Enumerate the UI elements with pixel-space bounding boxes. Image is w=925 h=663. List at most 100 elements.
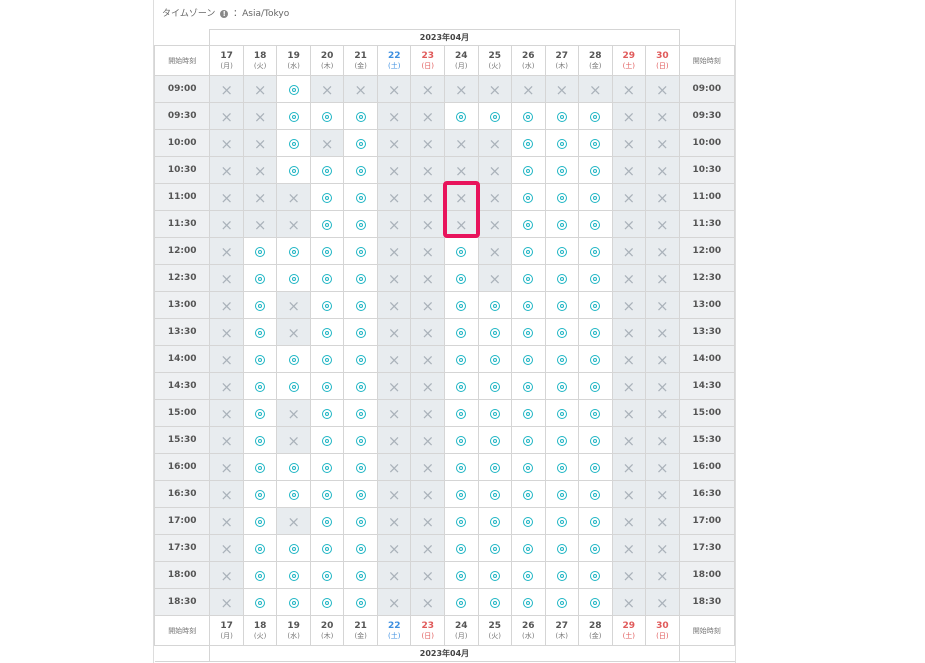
slot-available-cell[interactable]: [578, 129, 613, 157]
slot-available-cell[interactable]: [511, 372, 546, 400]
slot-available-cell[interactable]: [343, 102, 378, 130]
slot-available-cell[interactable]: [309, 453, 345, 481]
slot-available-cell[interactable]: [544, 372, 580, 400]
slot-available-cell[interactable]: [443, 291, 479, 319]
slot-available-cell[interactable]: [276, 561, 311, 589]
slot-available-cell[interactable]: [544, 183, 580, 211]
slot-available-cell[interactable]: [343, 480, 378, 508]
slot-available-cell[interactable]: [578, 534, 613, 562]
slot-available-cell[interactable]: [276, 102, 311, 130]
slot-available-cell[interactable]: [343, 453, 378, 481]
slot-available-cell[interactable]: [343, 291, 378, 319]
slot-available-cell[interactable]: [477, 426, 513, 454]
slot-available-cell[interactable]: [309, 291, 345, 319]
slot-available-cell[interactable]: [511, 102, 546, 130]
slot-available-cell[interactable]: [309, 588, 345, 616]
slot-available-cell[interactable]: [511, 291, 546, 319]
slot-available-cell[interactable]: [276, 480, 311, 508]
slot-available-cell[interactable]: [276, 129, 311, 157]
slot-available-cell[interactable]: [544, 561, 580, 589]
slot-available-cell[interactable]: [443, 318, 479, 346]
slot-available-cell[interactable]: [443, 264, 479, 292]
slot-available-cell[interactable]: [443, 588, 479, 616]
slot-available-cell[interactable]: [309, 156, 345, 184]
slot-available-cell[interactable]: [578, 102, 613, 130]
slot-available-cell[interactable]: [309, 264, 345, 292]
slot-available-cell[interactable]: [578, 345, 613, 373]
slot-available-cell[interactable]: [242, 291, 278, 319]
slot-available-cell[interactable]: [511, 399, 546, 427]
slot-available-cell[interactable]: [309, 534, 345, 562]
slot-available-cell[interactable]: [443, 345, 479, 373]
slot-available-cell[interactable]: [242, 480, 278, 508]
slot-available-cell[interactable]: [578, 372, 613, 400]
slot-available-cell[interactable]: [578, 237, 613, 265]
slot-available-cell[interactable]: [309, 372, 345, 400]
slot-available-cell[interactable]: [544, 453, 580, 481]
slot-available-cell[interactable]: [276, 453, 311, 481]
slot-available-cell[interactable]: [511, 426, 546, 454]
slot-available-cell[interactable]: [578, 318, 613, 346]
slot-available-cell[interactable]: [276, 345, 311, 373]
slot-available-cell[interactable]: [343, 318, 378, 346]
slot-available-cell[interactable]: [443, 237, 479, 265]
slot-available-cell[interactable]: [343, 426, 378, 454]
slot-available-cell[interactable]: [578, 399, 613, 427]
slot-available-cell[interactable]: [309, 507, 345, 535]
slot-available-cell[interactable]: [544, 480, 580, 508]
slot-available-cell[interactable]: [242, 507, 278, 535]
slot-available-cell[interactable]: [343, 345, 378, 373]
slot-available-cell[interactable]: [578, 156, 613, 184]
slot-available-cell[interactable]: [443, 507, 479, 535]
slot-available-cell[interactable]: [343, 507, 378, 535]
slot-available-cell[interactable]: [578, 210, 613, 238]
slot-available-cell[interactable]: [477, 453, 513, 481]
slot-available-cell[interactable]: [544, 345, 580, 373]
slot-available-cell[interactable]: [477, 534, 513, 562]
slot-available-cell[interactable]: [544, 291, 580, 319]
slot-available-cell[interactable]: [242, 534, 278, 562]
slot-available-cell[interactable]: [511, 237, 546, 265]
slot-available-cell[interactable]: [242, 561, 278, 589]
slot-available-cell[interactable]: [578, 264, 613, 292]
slot-available-cell[interactable]: [343, 264, 378, 292]
slot-available-cell[interactable]: [477, 291, 513, 319]
slot-available-cell[interactable]: [477, 480, 513, 508]
slot-available-cell[interactable]: [343, 129, 378, 157]
slot-available-cell[interactable]: [578, 426, 613, 454]
slot-available-cell[interactable]: [511, 480, 546, 508]
slot-available-cell[interactable]: [544, 156, 580, 184]
slot-available-cell[interactable]: [242, 399, 278, 427]
slot-available-cell[interactable]: [443, 426, 479, 454]
slot-available-cell[interactable]: [511, 561, 546, 589]
slot-available-cell[interactable]: [276, 237, 311, 265]
slot-available-cell[interactable]: [309, 102, 345, 130]
slot-available-cell[interactable]: [242, 588, 278, 616]
slot-available-cell[interactable]: [477, 399, 513, 427]
slot-available-cell[interactable]: [276, 534, 311, 562]
slot-available-cell[interactable]: [511, 453, 546, 481]
slot-available-cell[interactable]: [578, 507, 613, 535]
slot-available-cell[interactable]: [276, 264, 311, 292]
slot-available-cell[interactable]: [309, 426, 345, 454]
slot-available-cell[interactable]: [343, 210, 378, 238]
slot-available-cell[interactable]: [309, 237, 345, 265]
slot-available-cell[interactable]: [443, 480, 479, 508]
slot-available-cell[interactable]: [343, 534, 378, 562]
slot-available-cell[interactable]: [477, 345, 513, 373]
slot-available-cell[interactable]: [443, 399, 479, 427]
slot-available-cell[interactable]: [343, 588, 378, 616]
slot-available-cell[interactable]: [343, 399, 378, 427]
slot-available-cell[interactable]: [309, 561, 345, 589]
slot-available-cell[interactable]: [511, 264, 546, 292]
slot-available-cell[interactable]: [242, 318, 278, 346]
slot-available-cell[interactable]: [578, 480, 613, 508]
slot-available-cell[interactable]: [511, 588, 546, 616]
slot-available-cell[interactable]: [477, 561, 513, 589]
slot-available-cell[interactable]: [544, 507, 580, 535]
slot-available-cell[interactable]: [242, 264, 278, 292]
slot-available-cell[interactable]: [343, 156, 378, 184]
slot-available-cell[interactable]: [511, 129, 546, 157]
slot-available-cell[interactable]: [544, 534, 580, 562]
slot-available-cell[interactable]: [544, 426, 580, 454]
